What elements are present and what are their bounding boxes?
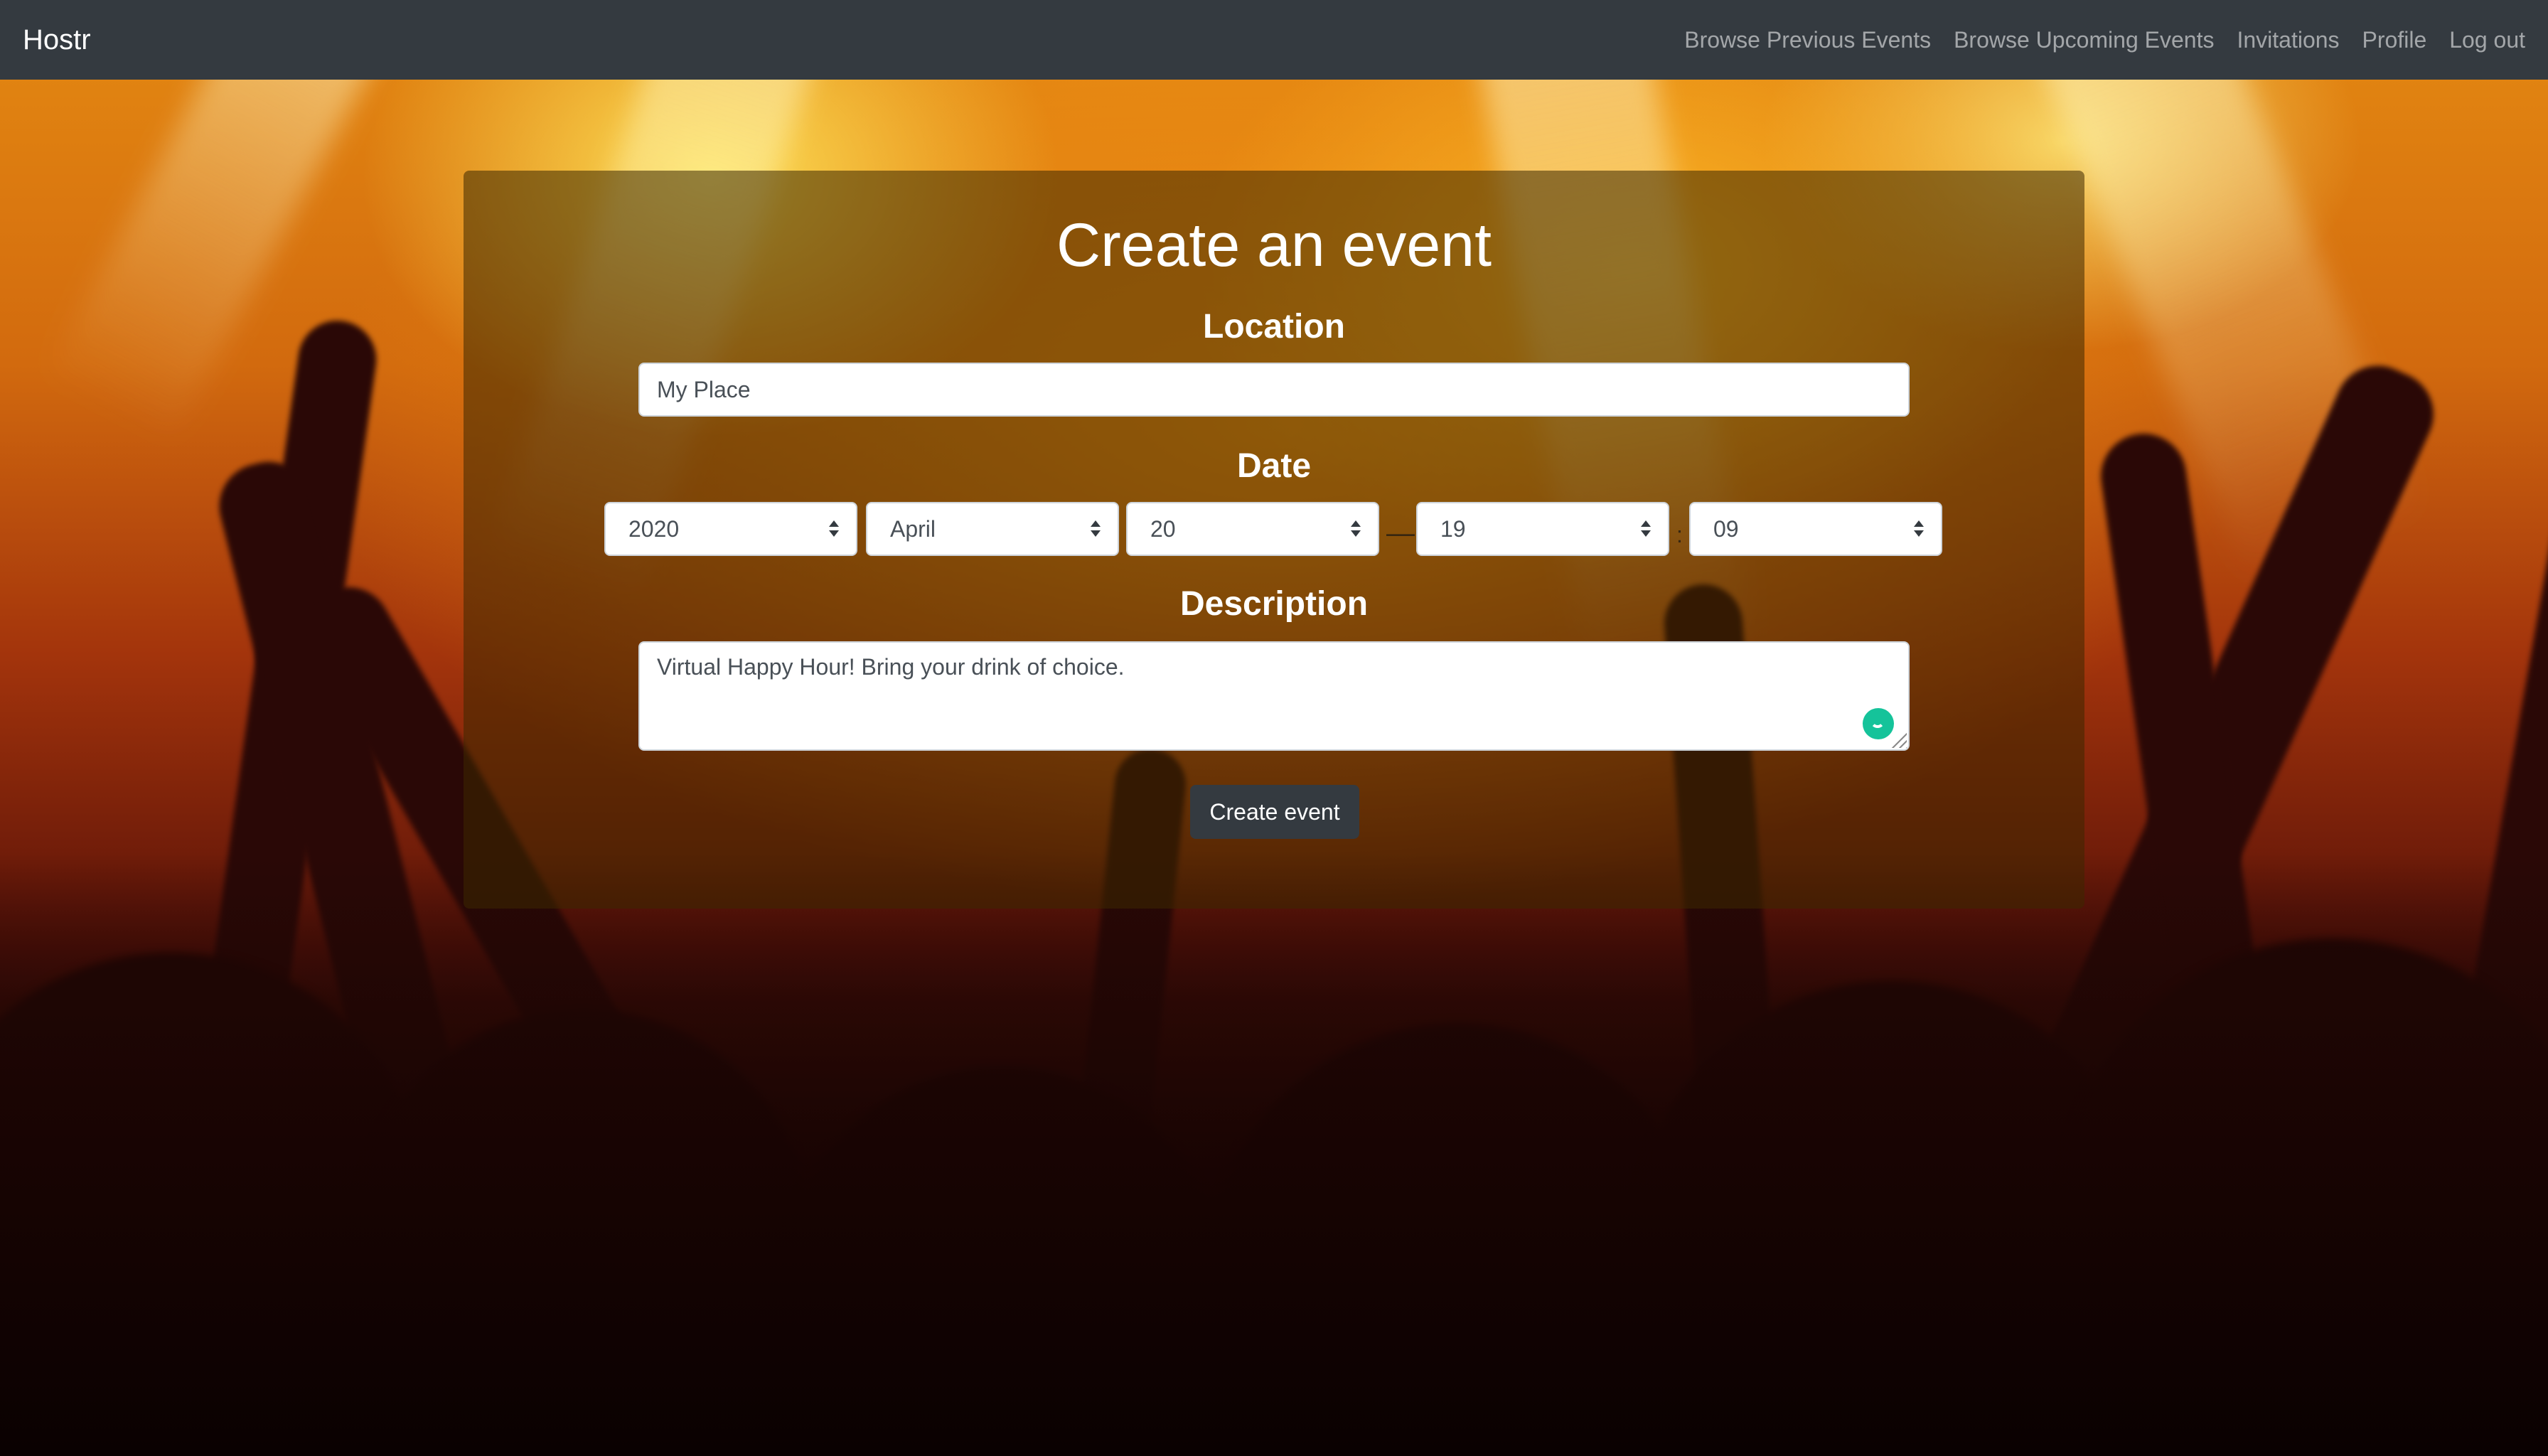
navbar: Hostr Browse Previous Events Browse Upco… [0,0,2548,80]
year-select-value: 2020 [628,515,680,542]
brand-link[interactable]: Hostr [23,24,91,56]
date-label: Date [1236,447,1312,485]
page-title: Create an event [1056,211,1492,279]
nav-link-browse-previous-events[interactable]: Browse Previous Events [1684,27,1931,53]
day-select[interactable]: 20 [1126,502,1379,556]
hour-select-value: 19 [1440,515,1466,542]
location-input[interactable] [638,363,1910,417]
month-select-value: April [890,515,936,542]
hour-select[interactable]: 19 [1416,502,1669,556]
nav-links: Browse Previous Events Browse Upcoming E… [1684,27,2525,53]
chevron-up-down-icon [1351,519,1362,539]
nav-link-invitations[interactable]: Invitations [2237,27,2339,53]
chevron-up-down-icon [1091,519,1102,539]
chevron-up-down-icon [1641,519,1652,539]
resize-handle-icon[interactable] [1890,731,1907,748]
minute-select[interactable]: 09 [1689,502,1942,556]
year-select[interactable]: 2020 [604,502,857,556]
date-time-separator: — [1386,518,1415,549]
location-label: Location [1203,308,1345,346]
grammarly-icon[interactable] [1863,708,1894,739]
nav-link-profile[interactable]: Profile [2362,27,2427,53]
nav-link-log-out[interactable]: Log out [2449,27,2525,53]
time-separator: : [1676,522,1683,547]
chevron-up-down-icon [829,519,840,539]
chevron-up-down-icon [1914,519,1925,539]
description-label: Description [1179,585,1369,623]
nav-link-browse-upcoming-events[interactable]: Browse Upcoming Events [1954,27,2214,53]
create-event-panel: Create an event Location Date 2020 April… [464,171,2084,909]
minute-select-value: 09 [1713,515,1739,542]
create-event-button[interactable]: Create event [1190,785,1359,839]
description-text: Virtual Happy Hour! Bring your drink of … [657,654,1125,680]
description-textarea[interactable]: Virtual Happy Hour! Bring your drink of … [638,641,1910,751]
month-select[interactable]: April [866,502,1119,556]
day-select-value: 20 [1150,515,1176,542]
